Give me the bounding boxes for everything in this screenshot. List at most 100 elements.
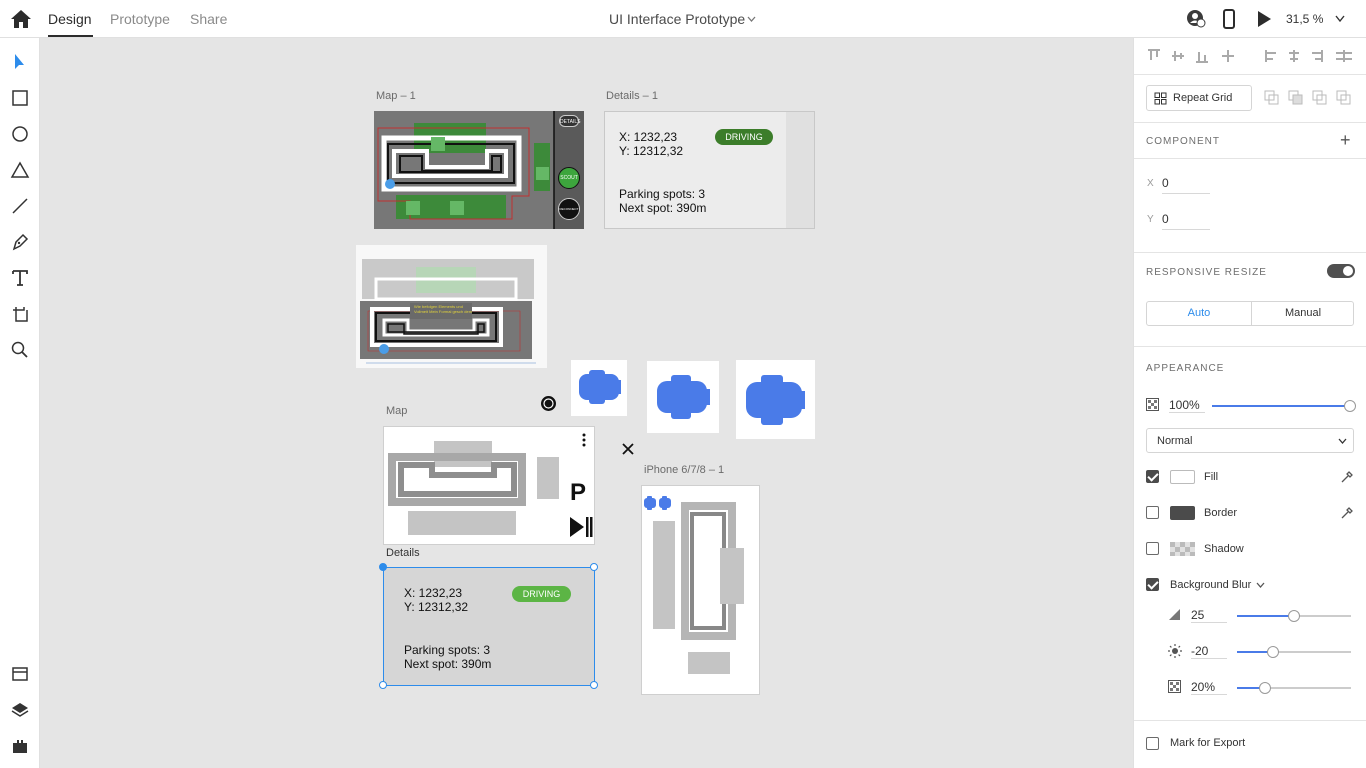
blur-amount-slider[interactable] xyxy=(1237,610,1351,622)
zoom-level[interactable]: 31,5 % xyxy=(1286,12,1323,26)
fill-checkbox[interactable] xyxy=(1146,470,1159,483)
shadow-checkbox[interactable] xyxy=(1146,542,1159,555)
resize-handle-bottom-right[interactable] xyxy=(590,681,598,689)
artboard-label-map-1[interactable]: Map – 1 xyxy=(376,90,416,102)
zoom-tool-icon[interactable] xyxy=(10,340,30,360)
chevron-down-icon[interactable] xyxy=(1256,582,1265,588)
y-position-input[interactable]: 0 xyxy=(1162,212,1210,230)
user-share-icon[interactable] xyxy=(1186,9,1206,29)
manual-button[interactable]: Manual xyxy=(1252,302,1354,325)
more-options-icon[interactable] xyxy=(581,433,587,447)
artboard-label-map[interactable]: Map xyxy=(386,405,407,417)
background-blur-label[interactable]: Background Blur xyxy=(1170,579,1251,591)
align-horizontal-icons[interactable] xyxy=(1264,48,1359,64)
parking-icon[interactable]: P xyxy=(570,479,586,507)
device-preview-icon[interactable] xyxy=(1219,9,1239,29)
divider xyxy=(1134,122,1366,123)
record-icon[interactable] xyxy=(540,395,557,412)
opacity-slider[interactable] xyxy=(1212,400,1356,412)
artboard-details-1[interactable]: X: 1232,23 Y: 12312,32 DRIVING Parking s… xyxy=(604,111,815,229)
tab-design[interactable]: Design xyxy=(48,11,92,27)
text-tool-icon[interactable] xyxy=(10,268,30,288)
auto-button[interactable]: Auto xyxy=(1147,302,1251,325)
plugins-icon[interactable] xyxy=(10,736,30,756)
repeat-grid-button[interactable]: Repeat Grid xyxy=(1146,85,1252,111)
blur-opacity-slider[interactable] xyxy=(1237,682,1351,694)
boolean-ops-icons[interactable] xyxy=(1264,90,1359,106)
property-inspector: Repeat Grid COMPONENT + X 0 Y 0 RESPONSI… xyxy=(1133,38,1366,768)
details-1-parking-info: Parking spots: 3 Next spot: 390m xyxy=(619,187,707,215)
opacity-input[interactable]: 100% xyxy=(1169,398,1205,413)
blur-amount-input[interactable]: 25 xyxy=(1191,608,1227,623)
home-icon[interactable] xyxy=(10,9,32,29)
brightness-input[interactable]: -20 xyxy=(1191,644,1227,659)
slider-thumb[interactable] xyxy=(1259,682,1271,694)
details-1-status-badge: DRIVING xyxy=(715,129,773,145)
reconnect-button[interactable]: RECONNECT xyxy=(558,198,580,220)
resize-handle-top-left[interactable] xyxy=(379,563,387,571)
y-label: Y xyxy=(1147,214,1154,225)
select-tool-icon[interactable] xyxy=(10,52,30,72)
artboard-iphone[interactable] xyxy=(641,485,760,695)
eyedropper-icon[interactable] xyxy=(1340,506,1354,520)
align-vertical-icons[interactable] xyxy=(1146,48,1246,64)
details-status-badge: DRIVING xyxy=(512,586,571,602)
resize-handle-top-right[interactable] xyxy=(590,563,598,571)
document-title[interactable]: UI Interface Prototype xyxy=(609,11,745,27)
mark-for-export-checkbox[interactable] xyxy=(1146,737,1159,750)
chevron-down-icon[interactable] xyxy=(1335,15,1345,22)
play-pause-icon[interactable] xyxy=(569,516,593,538)
artboard-label-details[interactable]: Details xyxy=(386,547,420,559)
responsive-resize-toggle[interactable] xyxy=(1327,264,1355,278)
artboard-map[interactable]: P xyxy=(383,426,595,545)
layers-icon[interactable] xyxy=(10,700,30,720)
divider xyxy=(1134,252,1366,253)
fill-color-swatch[interactable] xyxy=(1170,470,1195,484)
car-icon-large[interactable] xyxy=(736,360,815,439)
tab-share[interactable]: Share xyxy=(190,11,227,27)
ellipse-tool-icon[interactable] xyxy=(10,124,30,144)
line-tool-icon[interactable] xyxy=(10,196,30,216)
component-section-title: COMPONENT xyxy=(1146,136,1220,147)
slider-thumb[interactable] xyxy=(1288,610,1300,622)
details-button[interactable]: DETAILS xyxy=(559,115,580,127)
car-icon-small[interactable] xyxy=(571,360,627,416)
pen-tool-icon[interactable] xyxy=(10,232,30,252)
play-icon[interactable] xyxy=(1254,9,1274,29)
blend-mode-select[interactable]: Normal xyxy=(1146,428,1354,453)
car-icon-medium[interactable] xyxy=(647,361,719,433)
artboard-label-iphone[interactable]: iPhone 6/7/8 – 1 xyxy=(644,464,724,476)
scout-button[interactable]: SCOUT xyxy=(558,167,580,189)
divider xyxy=(1134,720,1366,721)
blur-opacity-input[interactable]: 20% xyxy=(1191,680,1227,695)
artboard-tool-icon[interactable] xyxy=(10,304,30,324)
artboard-map-1[interactable]: DETAILS SCOUT RECONNECT xyxy=(374,111,584,229)
background-blur-checkbox[interactable] xyxy=(1146,578,1159,591)
details-parking-info: Parking spots: 3 Next spot: 390m xyxy=(404,643,492,671)
chevron-down-icon[interactable] xyxy=(747,16,756,22)
close-icon[interactable] xyxy=(621,442,635,456)
tab-prototype[interactable]: Prototype xyxy=(110,11,170,27)
border-color-swatch[interactable] xyxy=(1170,506,1195,520)
brightness-slider[interactable] xyxy=(1237,646,1351,658)
add-component-icon[interactable]: + xyxy=(1340,130,1351,151)
blur-opacity-icon xyxy=(1168,680,1181,693)
polygon-tool-icon[interactable] xyxy=(10,160,30,180)
slider-thumb[interactable] xyxy=(1344,400,1356,412)
design-canvas[interactable]: Map – 1 DETAILS SCOUT RECONNECT Details … xyxy=(40,38,1132,768)
rectangle-tool-icon[interactable] xyxy=(10,88,30,108)
sketch-image[interactable]: Wie befolgen Elements und Vollmeit Mein … xyxy=(356,245,547,368)
slider-thumb[interactable] xyxy=(1267,646,1279,658)
divider xyxy=(1134,346,1366,347)
resize-handle-bottom-left[interactable] xyxy=(379,681,387,689)
details-coordinates: X: 1232,23 Y: 12312,32 xyxy=(404,586,469,614)
artboard-label-details-1[interactable]: Details – 1 xyxy=(606,90,658,102)
artboard-details[interactable]: X: 1232,23 Y: 12312,32 DRIVING Parking s… xyxy=(379,563,598,689)
sketch-note: Wie befolgen Elements und Vollmeit Mein … xyxy=(414,304,473,314)
eyedropper-icon[interactable] xyxy=(1340,470,1354,484)
shadow-swatch[interactable] xyxy=(1170,542,1195,556)
x-position-input[interactable]: 0 xyxy=(1162,176,1210,194)
border-checkbox[interactable] xyxy=(1146,506,1159,519)
mark-for-export-label: Mark for Export xyxy=(1170,737,1246,749)
assets-icon[interactable] xyxy=(10,664,30,684)
